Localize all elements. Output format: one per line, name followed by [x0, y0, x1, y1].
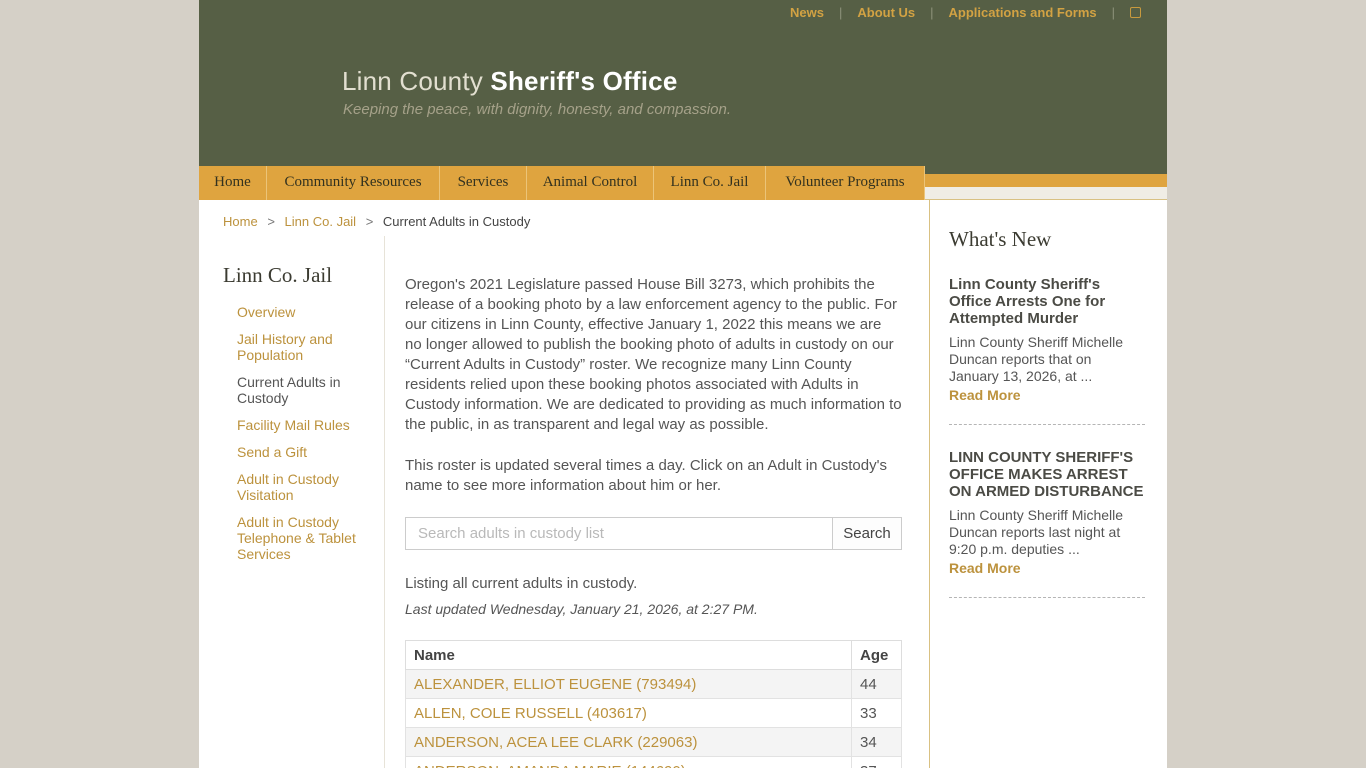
breadcrumb-current-page: Current Adults in Custody — [383, 214, 530, 229]
decoration-green-strip — [925, 166, 1167, 174]
inmate-age: 37 — [852, 757, 902, 768]
jail-sidebar: Linn Co. Jail Overview Jail History and … — [199, 236, 385, 768]
news-item-excerpt: Linn County Sheriff Michelle Duncan repo… — [949, 334, 1145, 385]
topbar-separator: | — [839, 5, 842, 20]
topbar-link-news[interactable]: News — [790, 5, 824, 20]
content-area: Home > Linn Co. Jail > Current Adults in… — [199, 200, 1167, 768]
sidebar-link-jail-history[interactable]: Jail History and Population — [237, 331, 333, 363]
inmate-name-link[interactable]: ALLEN, COLE RUSSELL (403617) — [414, 705, 647, 722]
site-title: Linn County Sheriff's Office — [342, 66, 1167, 97]
breadcrumb-home-link[interactable]: Home — [223, 214, 258, 229]
jail-sidebar-list: Overview Jail History and Population Cur… — [223, 304, 372, 562]
table-row: ALLEN, COLE RUSSELL (403617) 33 — [406, 699, 902, 728]
nav-tab-animal-control[interactable]: Animal Control — [527, 166, 654, 200]
last-updated-text: Last updated Wednesday, January 21, 2026… — [405, 601, 902, 617]
site-title-light: Linn County — [342, 66, 483, 96]
site-title-bold: Sheriff's Office — [490, 66, 677, 96]
nav-tab-services[interactable]: Services — [440, 166, 527, 200]
site-header: News | About Us | Applications and Forms… — [199, 0, 1167, 166]
custody-roster-table: Name Age ALEXANDER, ELLIOT EUGENE (79349… — [405, 640, 902, 768]
custody-search-button[interactable]: Search — [832, 517, 902, 550]
breadcrumb: Home > Linn Co. Jail > Current Adults in… — [199, 200, 929, 236]
main-nav-row: Home Community Resources Services Animal… — [199, 166, 1167, 200]
breadcrumb-separator: > — [267, 214, 275, 229]
column-header-age: Age — [852, 641, 902, 670]
facebook-icon[interactable] — [1130, 7, 1141, 18]
sidebar-link-telephone-tablet[interactable]: Adult in Custody Telephone & Tablet Serv… — [237, 514, 356, 562]
nav-tab-community-resources[interactable]: Community Resources — [267, 166, 440, 200]
breadcrumb-section-link[interactable]: Linn Co. Jail — [285, 214, 357, 229]
whats-new-sidebar: What's New Linn County Sheriff's Office … — [929, 200, 1167, 768]
table-row: ALEXANDER, ELLIOT EUGENE (793494) 44 — [406, 670, 902, 699]
whats-new-title: What's New — [949, 227, 1145, 252]
news-divider — [949, 597, 1145, 598]
listing-status-text: Listing all current adults in custody. — [405, 575, 902, 592]
news-item: Linn County Sheriff's Office Arrests One… — [949, 276, 1145, 405]
sidebar-item-send-a-gift: Send a Gift — [237, 444, 372, 460]
main-column: Home > Linn Co. Jail > Current Adults in… — [199, 200, 929, 768]
sidebar-link-send-a-gift[interactable]: Send a Gift — [237, 444, 307, 460]
main-columns: Linn Co. Jail Overview Jail History and … — [199, 236, 929, 768]
topbar-separator: | — [1112, 5, 1115, 20]
roster-info-paragraph: This roster is updated several times a d… — [405, 456, 902, 496]
custody-search-form: Search — [405, 517, 902, 550]
inmate-name-link[interactable]: ANDERSON, AMANDA MARIE (144690) — [414, 763, 686, 768]
decoration-beige-strip — [925, 187, 1167, 200]
sidebar-link-overview[interactable]: Overview — [237, 304, 295, 320]
nav-tab-linn-co-jail[interactable]: Linn Co. Jail — [654, 166, 766, 200]
sidebar-link-visitation[interactable]: Adult in Custody Visitation — [237, 471, 339, 503]
topbar-separator: | — [930, 5, 933, 20]
news-item-excerpt: Linn County Sheriff Michelle Duncan repo… — [949, 507, 1145, 558]
custody-search-input[interactable] — [405, 517, 832, 550]
utility-nav: News | About Us | Applications and Forms… — [790, 5, 1141, 20]
inmate-name-link[interactable]: ANDERSON, ACEA LEE CLARK (229063) — [414, 734, 697, 751]
sidebar-item-overview: Overview — [237, 304, 372, 320]
inmate-age: 33 — [852, 699, 902, 728]
nav-tab-home[interactable]: Home — [199, 166, 267, 200]
nav-tab-volunteer-programs[interactable]: Volunteer Programs — [766, 166, 925, 200]
topbar-link-applications-and-forms[interactable]: Applications and Forms — [949, 5, 1097, 20]
inmate-age: 34 — [852, 728, 902, 757]
topbar-link-about-us[interactable]: About Us — [857, 5, 915, 20]
page-container: News | About Us | Applications and Forms… — [199, 0, 1167, 768]
column-header-name: Name — [406, 641, 852, 670]
inmate-name-link[interactable]: ALEXANDER, ELLIOT EUGENE (793494) — [414, 676, 696, 693]
sidebar-item-telephone-tablet: Adult in Custody Telephone & Tablet Serv… — [237, 514, 372, 562]
site-tagline: Keeping the peace, with dignity, honesty… — [343, 101, 1167, 118]
news-divider — [949, 424, 1145, 425]
sidebar-item-visitation: Adult in Custody Visitation — [237, 471, 372, 503]
table-header-row: Name Age — [406, 641, 902, 670]
main-nav: Home Community Resources Services Animal… — [199, 166, 925, 200]
table-row: ANDERSON, AMANDA MARIE (144690) 37 — [406, 757, 902, 768]
article: Oregon's 2021 Legislature passed House B… — [385, 236, 929, 768]
breadcrumb-separator: > — [366, 214, 374, 229]
intro-paragraph: Oregon's 2021 Legislature passed House B… — [405, 275, 902, 435]
table-row: ANDERSON, ACEA LEE CLARK (229063) 34 — [406, 728, 902, 757]
sidebar-link-facility-mail-rules[interactable]: Facility Mail Rules — [237, 417, 350, 433]
news-item-title[interactable]: LINN COUNTY SHERIFF'S OFFICE MAKES ARRES… — [949, 449, 1145, 500]
read-more-link[interactable]: Read More — [949, 560, 1021, 576]
inmate-age: 44 — [852, 670, 902, 699]
nav-right-decoration — [925, 166, 1167, 200]
news-item: LINN COUNTY SHERIFF'S OFFICE MAKES ARRES… — [949, 449, 1145, 578]
jail-sidebar-title: Linn Co. Jail — [223, 263, 372, 288]
sidebar-item-jail-history: Jail History and Population — [237, 331, 372, 363]
sidebar-item-current-adults: Current Adults in Custody — [237, 374, 372, 406]
decoration-gold-strip — [925, 174, 1167, 187]
sidebar-item-facility-mail-rules: Facility Mail Rules — [237, 417, 372, 433]
read-more-link[interactable]: Read More — [949, 387, 1021, 403]
news-item-title[interactable]: Linn County Sheriff's Office Arrests One… — [949, 276, 1145, 327]
